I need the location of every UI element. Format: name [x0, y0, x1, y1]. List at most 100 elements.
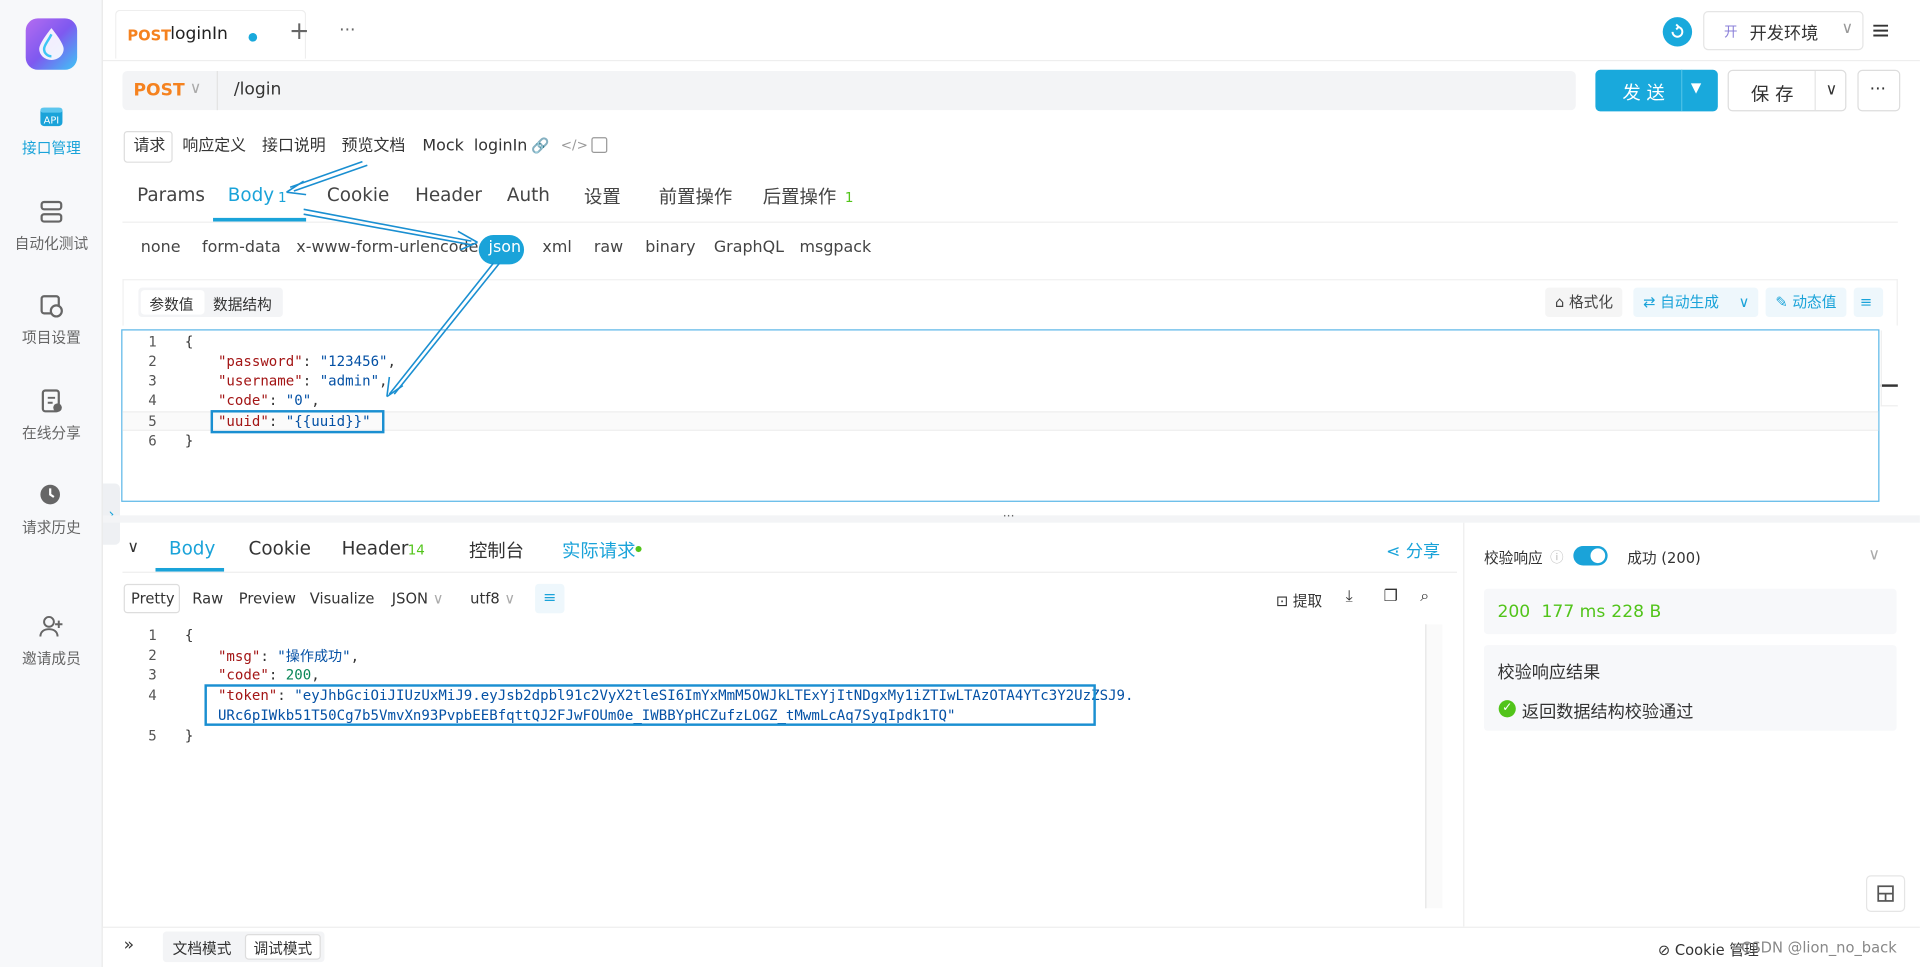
search-icon[interactable]: ⌕: [1420, 588, 1429, 606]
tab-settings[interactable]: 设置: [584, 184, 621, 210]
subnav-item-response-def[interactable]: 响应定义: [182, 132, 246, 161]
format-select[interactable]: JSON ∨: [392, 590, 444, 607]
drag-handle-icon[interactable]: ···: [1003, 510, 1015, 523]
validate-status-select[interactable]: 成功 (200): [1627, 547, 1701, 568]
tab-header[interactable]: Header: [415, 184, 482, 206]
help-icon[interactable]: ⓘ: [1550, 547, 1563, 567]
nav-item-online-share[interactable]: 在线分享: [0, 388, 103, 443]
bodytype-json[interactable]: json: [489, 239, 522, 257]
mode-param-values[interactable]: 参数值: [149, 294, 193, 315]
response-stats: 200 177 ms 228 B: [1483, 588, 1897, 635]
layout-toggle-icon[interactable]: [1865, 875, 1906, 912]
environment-selector[interactable]: 开 开发环境 ∨: [1703, 11, 1864, 51]
tab-pre-ops[interactable]: 前置操作: [659, 184, 732, 210]
share-button[interactable]: ⋖ 分享: [1386, 539, 1440, 563]
download-icon[interactable]: ⤓: [1346, 588, 1353, 606]
app-logo: [25, 18, 78, 70]
response-size: 228 B: [1611, 602, 1662, 622]
collapse-response-icon[interactable]: ∨: [127, 539, 139, 557]
dynamic-value-button[interactable]: ✎ 动态值: [1765, 287, 1847, 318]
method-select[interactable]: POST ∨: [122, 70, 218, 111]
request-body-editor[interactable]: 1 2 3 4 5 6 { "password": "123456", "use…: [121, 329, 1880, 502]
view-visualize[interactable]: Visualize: [310, 590, 375, 607]
encoding-select[interactable]: utf8 ∨: [470, 590, 515, 607]
bodytype-binary[interactable]: binary: [645, 239, 695, 257]
nav-item-project-settings[interactable]: 项目设置: [0, 293, 103, 348]
expand-sidebar-icon[interactable]: »: [124, 935, 135, 955]
bodytype-raw[interactable]: raw: [594, 239, 623, 257]
format-button[interactable]: ⌂ 格式化: [1545, 287, 1623, 318]
add-tab-button[interactable]: +: [289, 16, 310, 45]
tab-auth[interactable]: Auth: [507, 184, 550, 206]
api-icon: API: [40, 107, 63, 127]
json-value: "admin": [319, 372, 380, 390]
resp-tab-cookie[interactable]: Cookie: [249, 537, 311, 559]
cookie-icon: ⊘: [1657, 941, 1675, 959]
url-input[interactable]: /login: [234, 80, 282, 100]
save-dropdown-chevron-icon[interactable]: ∨: [1826, 81, 1838, 99]
sync-icon[interactable]: [1662, 17, 1693, 47]
more-tabs-button[interactable]: ···: [339, 21, 355, 41]
send-button[interactable]: 发 送 ▼: [1595, 69, 1718, 112]
subnav-item-api-desc[interactable]: 接口说明: [262, 132, 326, 161]
json-value: 200: [285, 665, 312, 684]
bodytype-none[interactable]: none: [141, 239, 181, 257]
response-body-viewer[interactable]: 1 2 3 4 5 { "msg": "操作成功", "code": 200, …: [122, 624, 1444, 909]
extract-icon: ⊡: [1275, 592, 1293, 610]
resp-tab-console[interactable]: 控制台: [469, 537, 524, 563]
doc-mode-button[interactable]: 文档模式: [173, 938, 232, 959]
bodytype-msgpack[interactable]: msgpack: [800, 239, 872, 257]
tab-body[interactable]: Body: [228, 184, 274, 206]
tab-params[interactable]: Params: [137, 184, 205, 206]
save-label: 保 存: [1750, 83, 1794, 106]
history-icon: [40, 484, 60, 505]
view-preview[interactable]: Preview: [239, 590, 296, 607]
resp-tab-header[interactable]: Header: [342, 537, 409, 559]
mode-data-structure[interactable]: 数据结构: [213, 294, 272, 315]
code-icon[interactable]: </>: [561, 137, 588, 153]
resp-tab-body[interactable]: Body: [169, 537, 215, 559]
subnav-item-request-label[interactable]: 请求: [133, 132, 165, 161]
save-button[interactable]: 保 存 ∨: [1727, 69, 1847, 112]
view-raw[interactable]: Raw: [192, 590, 223, 607]
subnav-item-preview-doc[interactable]: 预览文档: [342, 132, 406, 161]
menu-icon[interactable]: [1867, 17, 1894, 44]
nav-item-invite[interactable]: 邀请成员: [0, 613, 103, 668]
more-actions-button[interactable]: ···: [1857, 69, 1901, 112]
request-tab-loginin[interactable]: POST loginIn: [115, 9, 307, 59]
json-key: "code": [217, 665, 269, 684]
subnav-item-mock[interactable]: Mock: [422, 132, 463, 161]
layout-panel-icon[interactable]: [591, 137, 608, 154]
validate-toggle[interactable]: [1573, 545, 1608, 566]
validation-result-text: 返回数据结构校验通过: [1521, 702, 1694, 723]
bodytype-urlencoded[interactable]: x-www-form-urlencoded: [296, 239, 488, 257]
chevron-down-icon[interactable]: ∨: [1868, 546, 1880, 564]
auto-generate-button[interactable]: ⇄ 自动生成 ∨: [1633, 287, 1759, 318]
wrap-icon[interactable]: ≡: [1853, 287, 1884, 318]
annotation-highlight-box: [210, 410, 385, 434]
bodytype-xml[interactable]: xml: [542, 239, 571, 257]
link-icon[interactable]: 🔗: [531, 137, 549, 154]
json-key: "password": [217, 352, 303, 370]
format-icon: ⌂: [1554, 293, 1569, 311]
send-dropdown-chevron-icon[interactable]: ▼: [1691, 80, 1701, 96]
wrap-icon[interactable]: ≡: [535, 583, 565, 614]
sidebar-collapse-handle[interactable]: ›: [102, 483, 120, 545]
nav-item-api-management[interactable]: API 接口管理: [0, 103, 103, 158]
bodytype-form-data[interactable]: form-data: [202, 239, 281, 257]
nav-item-automation[interactable]: 自动化测试: [0, 198, 103, 253]
nav-item-history[interactable]: 请求历史: [0, 482, 103, 537]
tab-post-ops[interactable]: 后置操作: [763, 184, 836, 210]
scrollbar[interactable]: [1425, 624, 1443, 909]
tab-method-badge: POST: [127, 26, 172, 45]
debug-mode-button[interactable]: 调试模式: [253, 938, 312, 959]
status-code: 200: [1497, 602, 1531, 622]
copy-icon[interactable]: ❐: [1384, 588, 1398, 606]
tab-cookie[interactable]: Cookie: [327, 184, 389, 206]
chevron-down-icon: ∨: [499, 590, 516, 608]
chevron-down-icon: ∨: [1841, 19, 1854, 38]
resp-tab-actual-request[interactable]: 实际请求: [562, 537, 635, 563]
extract-button[interactable]: ⊡ 提取: [1276, 590, 1322, 611]
view-pretty[interactable]: Pretty: [131, 590, 175, 607]
bodytype-graphql[interactable]: GraphQL: [714, 239, 784, 257]
